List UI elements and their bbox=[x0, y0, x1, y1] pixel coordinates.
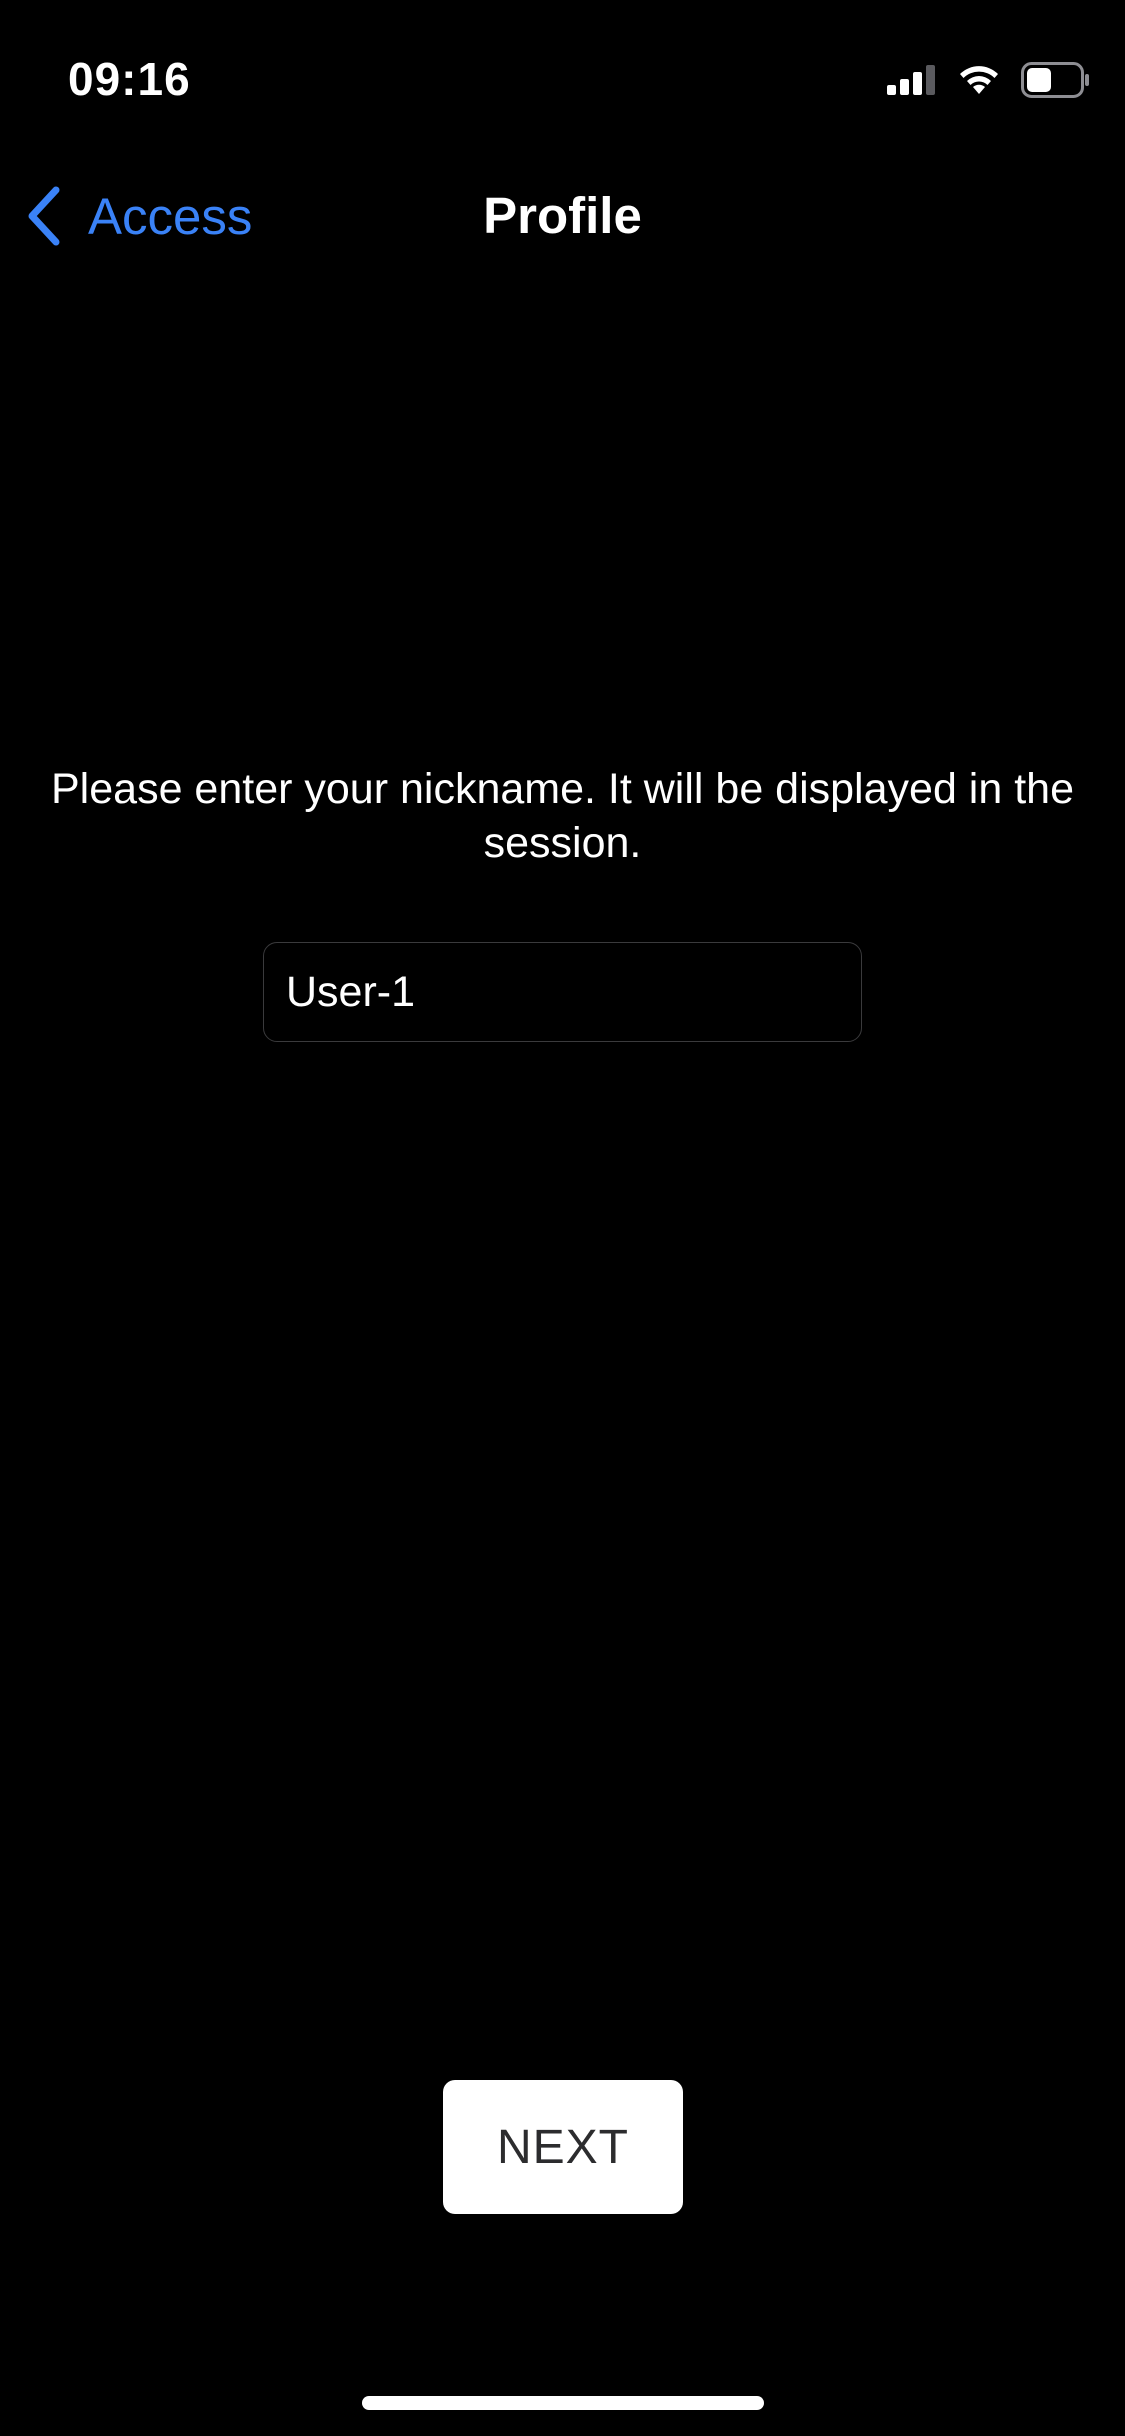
wifi-icon bbox=[957, 64, 1001, 101]
battery-icon bbox=[1021, 61, 1091, 103]
next-button[interactable]: NEXT bbox=[443, 2080, 683, 2214]
status-icons bbox=[887, 60, 1091, 104]
navigation-bar: Access Profile bbox=[0, 160, 1125, 272]
cellular-signal-icon bbox=[887, 64, 937, 100]
page-title: Profile bbox=[483, 187, 642, 244]
nickname-input[interactable]: User-1 bbox=[263, 942, 862, 1042]
home-indicator[interactable] bbox=[362, 2396, 764, 2410]
status-bar: 09:16 bbox=[0, 0, 1125, 150]
status-time: 09:16 bbox=[68, 53, 191, 105]
nickname-prompt: Please enter your nickname. It will be d… bbox=[51, 765, 1074, 867]
